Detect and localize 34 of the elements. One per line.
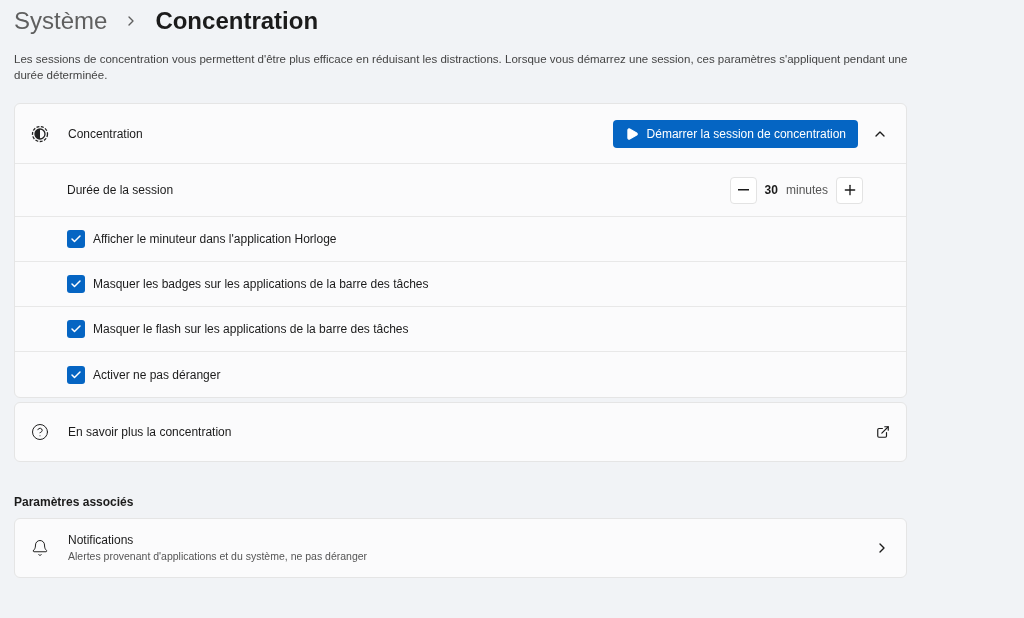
checkbox[interactable]: [67, 230, 85, 248]
increase-button[interactable]: [836, 176, 863, 204]
notifications-card[interactable]: Notifications Alertes provenant d'applications et du système, ne pas déranger: [14, 518, 907, 578]
option-label: Masquer les badges sur les applications de la barre des tâches: [93, 276, 429, 293]
check-icon: [70, 323, 82, 335]
breadcrumb-parent[interactable]: Système: [14, 3, 108, 39]
duration-label: Durée de la session: [67, 182, 174, 199]
check-icon: [70, 278, 82, 290]
check-icon: [70, 368, 82, 381]
external-link-icon: [876, 425, 890, 439]
option-label: Activer ne pas déranger: [93, 366, 221, 384]
learn-more-card[interactable]: En savoir plus la concentration: [14, 402, 907, 462]
related-heading: Paramètres associés: [14, 494, 135, 511]
checkbox[interactable]: [67, 320, 85, 338]
page-title: Concentration: [155, 6, 319, 36]
page-description: Les sessions de concentration vous permettent d'être plus efficace en réduisant les distractions. Lorsque vous démarrez une session, ces paramètres s'appliquent pendant une durée déterminée.: [14, 52, 909, 83]
option-label: Afficher le minuteur dans l'application Horloge: [93, 231, 337, 248]
minus-icon: [737, 189, 749, 191]
start-session-button[interactable]: Démarrer la session de concentration: [612, 119, 858, 148]
card-title: Concentration: [68, 125, 143, 143]
duration-unit: minutes: [785, 182, 828, 199]
help-icon: [31, 423, 49, 441]
checkbox[interactable]: [67, 275, 85, 293]
check-icon: [70, 233, 82, 245]
item-subtitle: Alertes provenant d'applications et du système, ne pas déranger: [68, 549, 368, 565]
play-icon: [624, 126, 639, 141]
decrease-button[interactable]: [729, 176, 757, 204]
duration-value: 30: [764, 182, 778, 199]
item-title: Notifications: [68, 532, 135, 550]
option-label: Masquer le flash sur les applications de la barre des tâches: [93, 321, 409, 338]
focus-icon: [31, 124, 49, 143]
checkbox[interactable]: [67, 365, 85, 384]
bell-icon: [31, 539, 49, 557]
learn-more-label: En savoir plus la concentration: [68, 424, 232, 441]
